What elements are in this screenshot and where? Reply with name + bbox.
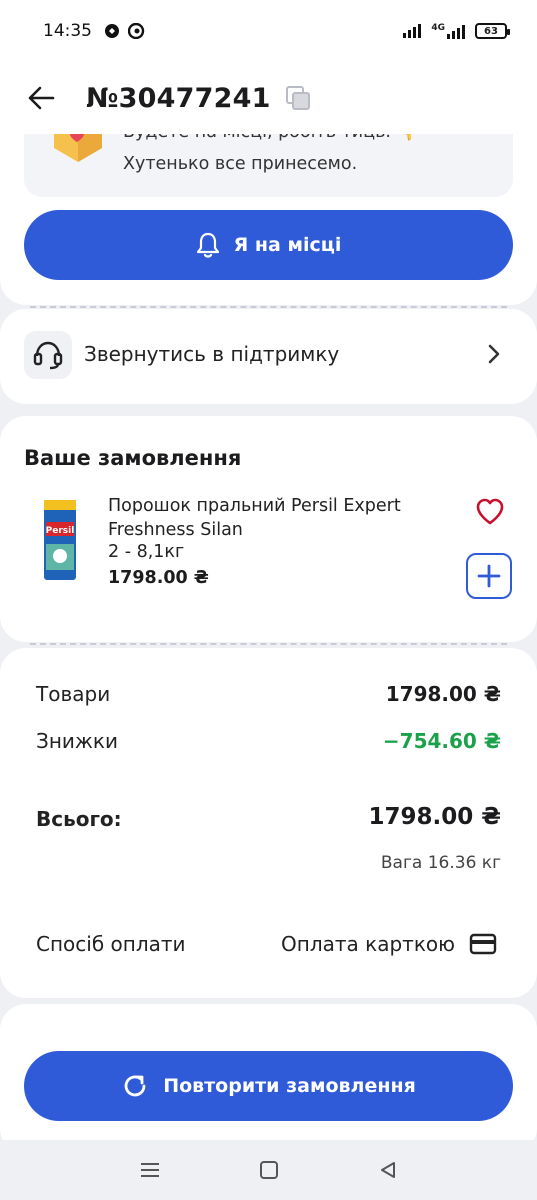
plus-icon (477, 564, 501, 588)
chevron-right-icon (488, 344, 500, 364)
i-am-here-label: Я на місці (233, 234, 342, 256)
total-label: Всього: (36, 807, 122, 831)
notification-icon (105, 24, 119, 38)
battery-icon: 63 (475, 23, 510, 39)
support-label: Звернутись в підтримку (84, 342, 340, 366)
weight-text: Вага 16.36 кг (380, 853, 501, 873)
i-am-here-button[interactable]: Я на місці (24, 210, 513, 280)
network-type: 4G (431, 22, 445, 33)
bell-icon (196, 232, 219, 258)
total-value: 1798.00 ₴ (368, 804, 501, 830)
summary-card: Товари 1798.00 ₴ Знижки −754.60 ₴ Всього… (0, 648, 537, 998)
discount-value: −754.60 ₴ (382, 729, 501, 753)
status-time: 14:35 (43, 21, 92, 41)
back-arrow-icon[interactable] (26, 83, 56, 113)
product-image[interactable]: Persil (42, 496, 78, 584)
product-price: 1798.00 ₴ (108, 568, 209, 588)
goods-label: Товари (36, 682, 111, 706)
status-notification-icons (104, 23, 145, 39)
svg-text:Persil: Persil (46, 526, 75, 536)
arrival-card: Будете на місці, робіть тиць. 👇 Хутенько… (0, 110, 537, 305)
repeat-order-button[interactable]: Повторити замовлення (24, 1051, 513, 1121)
home-icon[interactable] (254, 1155, 284, 1185)
payment-method-value: Оплата карткою (281, 932, 497, 956)
product-name[interactable]: Порошок пральний Persil Expert Freshness… (108, 494, 438, 542)
support-card[interactable]: Звернутись в підтримку (0, 309, 537, 404)
system-navigation-bar (0, 1140, 537, 1200)
copy-icon[interactable] (285, 85, 311, 111)
payment-method-text: Оплата карткою (281, 932, 455, 956)
repeat-order-label: Повторити замовлення (163, 1075, 416, 1097)
status-bar: 14:35 4G 63 (0, 0, 537, 62)
dashed-divider (30, 643, 507, 645)
heart-icon[interactable] (475, 498, 505, 526)
goods-value: 1798.00 ₴ (385, 682, 501, 706)
credit-card-icon (469, 933, 497, 955)
top-app-bar: №30477241 (0, 62, 537, 134)
order-heading: Ваше замовлення (24, 446, 242, 470)
menu-icon[interactable] (135, 1155, 165, 1185)
refresh-icon (124, 1075, 146, 1097)
back-icon[interactable] (373, 1155, 403, 1185)
status-right: 4G 63 (403, 22, 510, 39)
order-card: Ваше замовлення Persil Порошок пральний … (0, 416, 537, 642)
payment-method-label: Спосіб оплати (36, 932, 186, 956)
order-number-title: №30477241 (86, 82, 271, 114)
app-notification-icon (128, 23, 145, 39)
signal-4g-icon: 4G (431, 22, 465, 39)
add-to-cart-button[interactable] (466, 553, 512, 599)
discount-label: Знижки (36, 729, 118, 753)
headset-icon (24, 331, 72, 379)
signal-icon (403, 24, 422, 38)
product-quantity: 2 - 8,1кг (108, 542, 185, 562)
dashed-divider (30, 306, 507, 308)
arrival-notice-line2: Хутенько все принесемо. (123, 154, 358, 174)
